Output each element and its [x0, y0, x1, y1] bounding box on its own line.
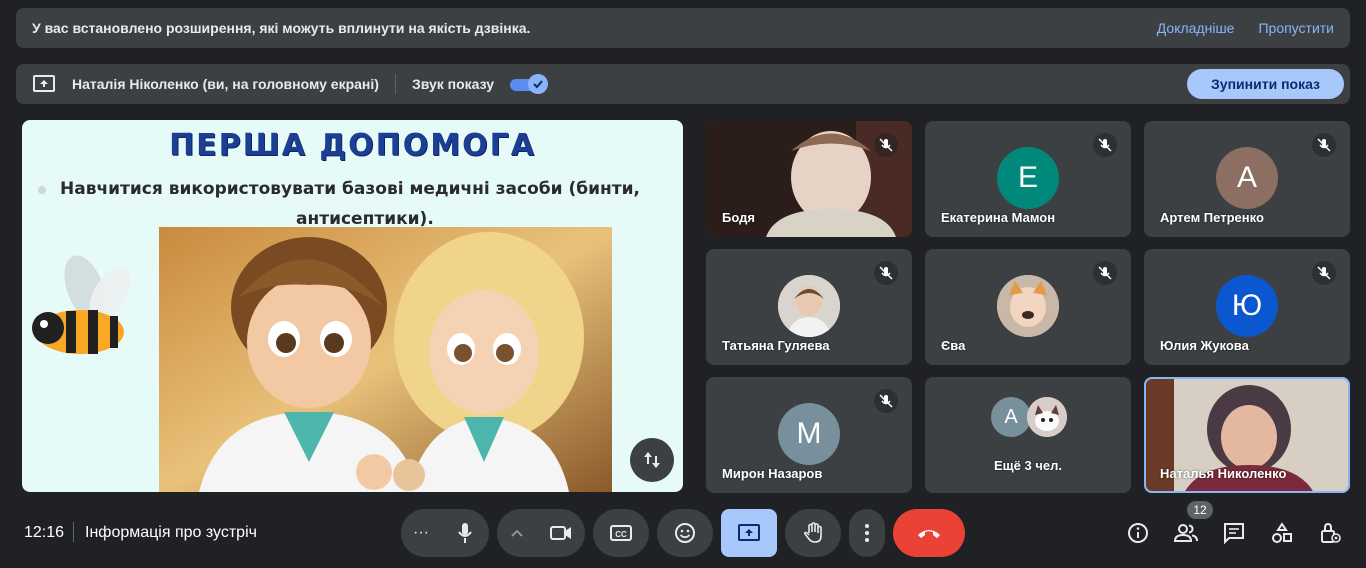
participant-name: Татьяна Гуляева — [722, 338, 830, 353]
participant-tile-self[interactable]: Наталья Николенко — [1144, 377, 1350, 493]
avatar: А — [1216, 147, 1278, 209]
participant-tile[interactable]: Ю Юлия Жукова — [1144, 249, 1350, 365]
skip-link[interactable]: Пропустити — [1258, 20, 1334, 36]
more-participants-tile[interactable]: А Ещё 3 чел. — [925, 377, 1131, 493]
chat-icon[interactable] — [1221, 520, 1247, 546]
sound-toggle[interactable] — [510, 74, 549, 94]
svg-text:CC: CC — [615, 530, 627, 539]
raise-hand-button[interactable] — [785, 509, 841, 557]
mic-icon[interactable] — [441, 522, 489, 544]
mic-off-icon — [1312, 133, 1336, 157]
participant-name: Артем Петренко — [1160, 210, 1264, 225]
check-icon — [528, 74, 549, 94]
people-count-badge: 12 — [1187, 501, 1213, 519]
participant-name: Єва — [941, 338, 966, 353]
avatar: М — [778, 403, 840, 465]
participant-tile[interactable]: Бодя — [706, 121, 912, 237]
mic-off-icon — [874, 389, 898, 413]
avatar-photo — [778, 275, 840, 337]
mic-off-icon — [1093, 261, 1117, 285]
camera-icon[interactable] — [537, 525, 585, 541]
avatar-photo — [1027, 397, 1067, 437]
mic-off-icon — [1093, 133, 1117, 157]
more-vert-icon — [865, 524, 869, 542]
participant-tile[interactable]: Татьяна Гуляева — [706, 249, 912, 365]
extension-warning-banner: У вас встановлено розширення, які можуть… — [16, 8, 1350, 48]
avatar: Е — [997, 147, 1059, 209]
more-options-button[interactable] — [849, 509, 885, 557]
mic-control: ··· — [401, 509, 489, 557]
meeting-info-button[interactable]: Інформація про зустріч — [85, 524, 257, 542]
activities-icon[interactable] — [1269, 520, 1295, 546]
hang-up-icon — [918, 530, 940, 538]
participant-tile[interactable]: Е Екатерина Мамон — [925, 121, 1131, 237]
sound-label: Звук показу — [411, 76, 495, 92]
banner-text: У вас встановлено розширення, які можуть… — [32, 20, 531, 36]
more-info-link[interactable]: Докладніше — [1157, 20, 1235, 36]
swap-arrows-icon — [644, 452, 660, 468]
participant-tile[interactable]: Єва — [925, 249, 1131, 365]
presenter-name: Наталія Ніколенко (ви, на головному екра… — [72, 76, 379, 92]
stop-presenting-button[interactable]: Зупинити показ — [1187, 69, 1344, 99]
end-call-button[interactable] — [893, 509, 965, 557]
people-icon[interactable] — [1173, 520, 1199, 546]
avatar: А — [991, 397, 1031, 437]
participant-tile[interactable]: А Артем Петренко — [1144, 121, 1350, 237]
captions-icon: CC — [610, 525, 632, 541]
participant-name: Бодя — [722, 210, 755, 225]
shared-screen: ПЕРША ДОПОМОГА Навчитися використовувати… — [22, 120, 683, 492]
presenting-bar: Наталія Ніколенко (ви, на головному екра… — [16, 64, 1350, 104]
more-participants-label: Ещё 3 чел. — [994, 458, 1062, 473]
avatar: Ю — [1216, 275, 1278, 337]
participant-name: Мирон Назаров — [722, 466, 823, 481]
present-screen-icon — [32, 72, 56, 96]
captions-button[interactable]: CC — [593, 509, 649, 557]
participant-name: Екатерина Мамон — [941, 210, 1056, 225]
camera-control — [497, 509, 585, 557]
audio-options-icon[interactable]: ··· — [401, 524, 441, 542]
slide-title: ПЕРША ДОПОМОГА — [169, 128, 536, 163]
participant-tile[interactable]: М Мирон Назаров — [706, 377, 912, 493]
chevron-up-icon[interactable] — [497, 529, 537, 537]
avatar-photo — [997, 275, 1059, 337]
bee-illustration — [30, 250, 140, 360]
mic-off-icon — [874, 261, 898, 285]
bottom-toolbar: 12:16 Інформація про зустріч ··· CC 12 — [0, 500, 1366, 568]
emoji-icon — [675, 523, 695, 543]
mic-off-icon — [1312, 261, 1336, 285]
swap-view-button[interactable] — [630, 438, 674, 482]
present-button[interactable] — [721, 509, 777, 557]
host-controls-icon[interactable] — [1317, 520, 1343, 546]
clock: 12:16 — [24, 524, 65, 541]
divider — [394, 74, 396, 94]
present-screen-icon — [738, 524, 760, 541]
slide-bullet-line1: Навчитися використовувати базові медичні… — [60, 179, 641, 199]
info-icon[interactable] — [1125, 520, 1151, 546]
mic-off-icon — [874, 133, 898, 157]
reactions-button[interactable] — [657, 509, 713, 557]
participant-name: Наталья Николенко — [1160, 466, 1287, 481]
hand-icon — [804, 522, 822, 543]
participant-name: Юлия Жукова — [1160, 338, 1249, 353]
slide-image — [159, 227, 612, 492]
slide-bullet: Навчитися використовувати базові медичні… — [38, 174, 683, 234]
